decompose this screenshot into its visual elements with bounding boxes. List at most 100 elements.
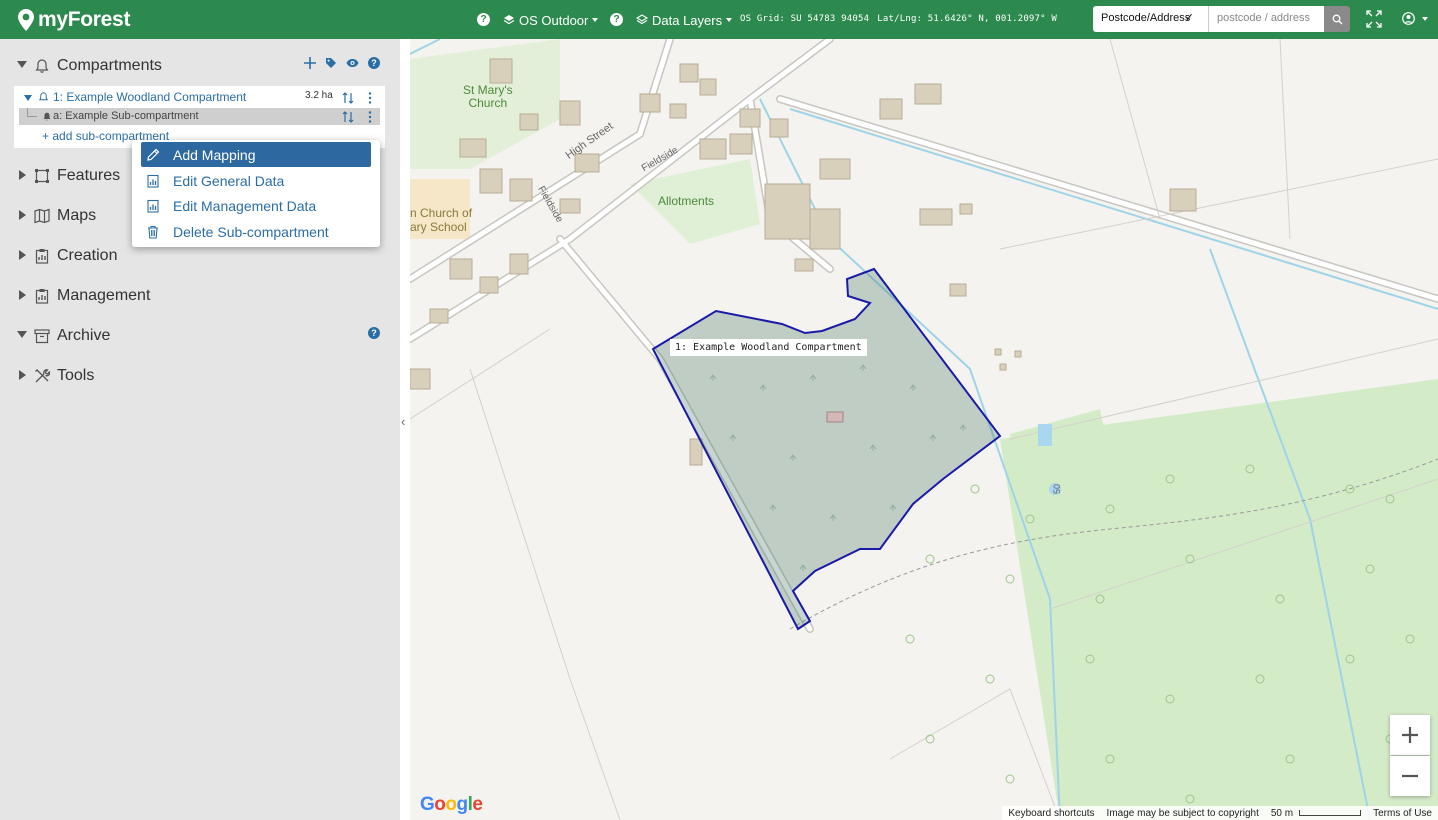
caret-right-icon[interactable] (19, 370, 26, 380)
section-archive[interactable]: Archive ? (0, 323, 400, 349)
google-logo: Google (420, 794, 483, 815)
help-icon[interactable]: ? (368, 327, 380, 339)
map-attribution: Keyboard shortcuts Image may be subject … (1002, 806, 1438, 820)
user-icon (1402, 12, 1415, 25)
latlng-readout: Lat/Lng: 51.6426° N, 001.2097° W (877, 14, 1058, 24)
section-management[interactable]: Management (0, 283, 400, 309)
caret-down-icon[interactable] (24, 95, 32, 101)
help-icon[interactable]: ? (368, 57, 380, 69)
tag-icon[interactable] (325, 57, 337, 69)
section-tools: ? (368, 327, 380, 339)
section-tools[interactable]: Tools (0, 363, 400, 389)
data-layers-dropdown[interactable]: Data Layers (636, 10, 733, 30)
section-label: Compartments (57, 57, 162, 74)
section-label: Tools (57, 367, 95, 384)
minus-icon (1402, 774, 1418, 778)
caret-down-icon[interactable] (17, 61, 27, 68)
search-type-value: Postcode/Address (1101, 12, 1191, 24)
compartment-label[interactable]: 1: Example Woodland Compartment (53, 90, 246, 104)
trash-icon (148, 225, 158, 239)
menu-item-label: Edit General Data (173, 172, 285, 189)
map-label-school: n Church of ary School (410, 206, 473, 234)
copyright-notice: Image may be subject to copyright (1106, 807, 1259, 819)
tree-connector (27, 108, 37, 117)
more-options-icon[interactable] (368, 92, 372, 104)
compartment-area: 3.2 ha (305, 90, 333, 101)
context-menu: Add Mapping Edit General Data Edit Manag… (132, 140, 380, 247)
section-label: Maps (57, 207, 97, 224)
coordinate-readout: OS Grid: SU 54783 94054 Lat/Lng: 51.6426°… (740, 14, 1065, 24)
basemap-help-icon[interactable]: ? (477, 13, 490, 26)
os-grid-readout: OS Grid: SU 54783 94054 (740, 14, 870, 24)
menu-item-label: Edit Management Data (173, 197, 317, 214)
compartment-row[interactable]: 1: Example Woodland Compartment 3.2 ha (14, 89, 385, 106)
map-label-contour: 50 (1052, 483, 1063, 495)
caret-right-icon[interactable] (19, 290, 26, 300)
map-pin-logo-icon (18, 9, 34, 31)
caret-right-icon[interactable] (19, 210, 26, 220)
logo[interactable]: myForest (18, 7, 130, 33)
polygon-label: 1: Example Woodland Compartment (670, 339, 867, 356)
section-tools: ? (304, 57, 380, 69)
keyboard-shortcuts-link[interactable]: Keyboard shortcuts (1002, 808, 1100, 819)
section-label: Creation (57, 247, 118, 264)
search-input[interactable]: postcode / address (1209, 6, 1324, 32)
data-layers-label: Data Layers (652, 12, 723, 28)
bell-filled-icon (43, 112, 51, 121)
top-bar: myForest ? OS Outdoor ? Data Layers OS G… (0, 0, 1438, 39)
scale-label: 50 m (1270, 807, 1294, 819)
chart-doc-icon (147, 199, 159, 213)
data-layers-help-icon[interactable]: ? (610, 13, 623, 26)
section-label: Features (57, 167, 121, 184)
add-icon[interactable] (304, 57, 316, 69)
menu-item-delete-sub-compartment[interactable]: Delete Sub-compartment (141, 219, 371, 244)
basemap-label: OS Outdoor (519, 12, 589, 28)
collapse-sidebar-icon[interactable]: ‹ (401, 414, 405, 429)
caret-right-icon[interactable] (19, 250, 26, 260)
menu-item-edit-management-data[interactable]: Edit Management Data (141, 193, 371, 218)
chart-doc-icon (147, 174, 159, 188)
menu-item-label: Add Mapping (173, 146, 256, 163)
basemap-dropdown[interactable]: OS Outdoor (503, 10, 599, 30)
chevron-down-icon (592, 18, 599, 22)
menu-item-add-mapping[interactable]: Add Mapping (141, 142, 371, 167)
layers-icon (503, 15, 515, 25)
search-button[interactable] (1324, 6, 1350, 32)
menu-item-edit-general-data[interactable]: Edit General Data (141, 168, 371, 193)
check-icon: ✓ (1184, 12, 1194, 24)
zoom-out-button[interactable] (1390, 756, 1430, 796)
search-icon (1332, 14, 1342, 24)
caret-down-icon[interactable] (17, 331, 27, 338)
eye-icon[interactable] (346, 58, 359, 68)
sub-compartment-label[interactable]: a: Example Sub-compartment (53, 110, 199, 122)
zoom-in-button[interactable] (1390, 715, 1430, 755)
tools-icon (35, 369, 50, 383)
terms-link[interactable]: Terms of Use (1367, 808, 1438, 819)
map-icon (34, 208, 50, 224)
reorder-icon[interactable] (342, 111, 354, 123)
section-compartments[interactable]: Compartments ? (0, 53, 400, 79)
clipboard-chart-icon (35, 249, 49, 264)
address-search: Postcode/Address ✓ postcode / address (1093, 6, 1350, 32)
map-label-allotments: Allotments (658, 194, 715, 208)
pencil-icon (147, 148, 160, 161)
search-type-select[interactable]: Postcode/Address ✓ (1093, 6, 1209, 32)
section-label: Management (57, 287, 151, 304)
caret-right-icon[interactable] (19, 170, 26, 180)
map-canvas[interactable]: St Mary's Church High Street Fieldside F… (410, 39, 1438, 820)
fullscreen-icon[interactable] (1366, 10, 1382, 28)
account-menu[interactable] (1402, 12, 1428, 25)
chevron-down-icon (726, 18, 733, 22)
shape-select-icon (35, 169, 49, 183)
bell-icon (35, 59, 49, 73)
layers-outline-icon (636, 14, 648, 25)
more-options-icon[interactable] (368, 111, 372, 123)
app-name: myForest (38, 8, 131, 31)
archive-icon (34, 329, 50, 344)
sub-compartment-row[interactable]: a: Example Sub-compartment (19, 108, 380, 125)
section-label: Archive (57, 327, 111, 344)
map-label-church: St Mary's Church (463, 83, 513, 110)
reorder-icon[interactable] (342, 92, 354, 104)
plus-icon (1402, 727, 1418, 743)
scale-bar (1299, 810, 1362, 816)
